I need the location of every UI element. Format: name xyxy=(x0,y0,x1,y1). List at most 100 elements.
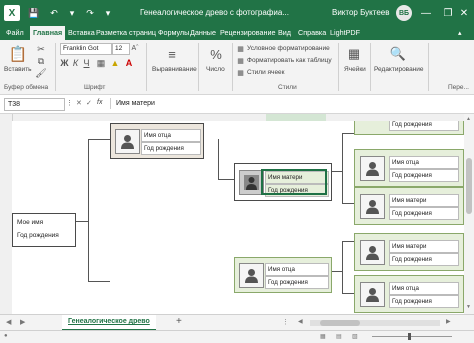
normal-view-icon[interactable]: ▦ xyxy=(320,333,326,340)
font-color-icon[interactable]: A xyxy=(124,58,134,68)
person-card-me[interactable]: Мое имя Год рождения xyxy=(12,213,76,247)
bold-icon[interactable]: Ж xyxy=(60,58,69,68)
card-year: Год рождения xyxy=(389,207,459,220)
card-name: Имя отца xyxy=(389,156,459,169)
italic-icon[interactable]: К xyxy=(71,58,80,68)
number-format-icon[interactable]: % xyxy=(206,44,226,64)
tab-insert[interactable]: Вставка xyxy=(68,26,95,40)
tab-lightpdf[interactable]: LightPDF xyxy=(330,26,360,40)
tab-options-icon[interactable]: ⋮ xyxy=(282,318,289,326)
ribbon-divider xyxy=(55,43,56,91)
page-layout-view-icon[interactable]: ▤ xyxy=(336,333,342,340)
quick-access-more-icon[interactable]: ▾ xyxy=(100,5,116,21)
cells-icon[interactable]: ▦ xyxy=(344,44,364,64)
close-button[interactable]: ✕ xyxy=(454,0,474,26)
person-card-mother[interactable]: Имя матери Год рождения xyxy=(354,187,464,225)
card-year: Год рождения xyxy=(141,142,201,155)
card-year: Год рождения xyxy=(17,232,59,239)
more-icon: ⋮ xyxy=(66,100,73,107)
person-card-father[interactable]: Имя отца Год рождения xyxy=(234,257,332,293)
connector-line xyxy=(342,133,343,203)
person-photo-placeholder xyxy=(360,156,385,181)
redo-icon[interactable]: ↷ xyxy=(82,5,98,21)
tab-home[interactable]: Главная xyxy=(30,26,66,40)
horizontal-scrollbar[interactable] xyxy=(310,320,440,326)
person-card-mother[interactable]: Имя матери Год рождения xyxy=(354,233,464,271)
zoom-slider-handle[interactable] xyxy=(408,333,411,340)
avatar[interactable]: ВБ xyxy=(396,5,412,21)
status-bar: ● ▦ ▤ ▧ xyxy=(0,330,474,343)
card-name: Имя матери xyxy=(389,240,459,253)
tab-review[interactable]: Рецензирование xyxy=(220,26,276,40)
user-name[interactable]: Виктор Буктеев xyxy=(332,0,389,26)
cancel-icon[interactable]: ✕ xyxy=(76,99,82,107)
vertical-scrollbar[interactable]: ▲ ▼ xyxy=(464,114,474,314)
tab-help[interactable]: Справка xyxy=(298,26,326,40)
person-icon xyxy=(366,162,379,176)
formula-input[interactable]: Имя матери xyxy=(110,98,466,109)
tab-view[interactable]: Вид xyxy=(278,26,291,40)
scrollbar-thumb[interactable] xyxy=(466,158,472,214)
tab-file[interactable]: Файл xyxy=(6,26,24,40)
connector-line xyxy=(88,281,110,282)
person-card-mother-selected[interactable]: Имя матери Год рождения xyxy=(234,163,332,201)
paste-icon[interactable]: 📋 xyxy=(8,44,28,64)
font-name-select[interactable]: Franklin Got xyxy=(60,43,112,55)
person-card-father[interactable]: Имя отца Год рождения xyxy=(354,275,464,313)
person-card-partial[interactable]: Год рождения xyxy=(354,121,464,135)
copy-icon[interactable]: ⧉ xyxy=(36,56,46,66)
increase-font-icon[interactable]: Aˆ xyxy=(130,43,140,53)
person-photo-placeholder xyxy=(239,263,264,288)
save-icon[interactable]: 💾 xyxy=(26,5,42,21)
ribbon-collapse-icon[interactable]: ▴ xyxy=(458,26,462,40)
cell-styles-button[interactable]: Стили ячеек xyxy=(247,69,285,76)
editing-label[interactable]: Редактирование xyxy=(374,66,424,73)
sheet-tab-active[interactable]: Генеалогическое древо xyxy=(62,315,156,331)
zoom-slider[interactable] xyxy=(372,333,452,340)
underline-icon[interactable]: Ч xyxy=(82,58,91,68)
paste-label[interactable]: Вставить xyxy=(4,66,32,73)
cells-label[interactable]: Ячейки xyxy=(344,66,366,73)
horizontal-scrollbar-thumb[interactable] xyxy=(320,320,360,326)
person-card-father[interactable]: Имя отца Год рождения xyxy=(110,123,204,159)
alignment-label[interactable]: Выравнивание xyxy=(152,66,197,73)
connector-line xyxy=(218,139,219,179)
accessibility-icon[interactable]: ● xyxy=(4,333,8,339)
tab-formulas[interactable]: Формулы xyxy=(158,26,189,40)
cell-styles-icon: ▦ xyxy=(237,69,244,77)
ribbon-divider xyxy=(338,43,339,91)
number-label[interactable]: Число xyxy=(206,66,225,73)
search-icon[interactable]: 🔍 xyxy=(388,44,408,64)
border-icon[interactable]: ▦ xyxy=(96,58,106,68)
scroll-right-icon[interactable]: ▶ xyxy=(446,318,451,325)
undo-icon[interactable]: ↶ xyxy=(46,5,62,21)
prev-sheet-icon[interactable]: ◀ xyxy=(6,318,11,326)
enter-icon[interactable]: ✓ xyxy=(86,99,92,107)
conditional-format-button[interactable]: Условное форматирование xyxy=(247,45,330,52)
tab-page-layout[interactable]: Разметка страниц xyxy=(96,26,156,40)
dropdown-icon[interactable]: ▾ xyxy=(64,5,80,21)
worksheet-area[interactable]: Мое имя Год рождения Имя отца Год рожден… xyxy=(12,121,464,314)
page-break-view-icon[interactable]: ▧ xyxy=(352,333,358,340)
format-painter-icon[interactable]: 🖌 xyxy=(35,68,46,78)
scroll-down-icon[interactable]: ▼ xyxy=(466,304,471,310)
tab-data[interactable]: Данные xyxy=(190,26,216,40)
format-as-table-button[interactable]: Форматировать как таблицу xyxy=(247,57,332,64)
next-sheet-icon[interactable]: ▶ xyxy=(20,318,25,326)
fill-color-icon[interactable]: ▲ xyxy=(110,58,120,68)
card-name: Имя отца xyxy=(389,282,459,295)
add-sheet-button[interactable]: + xyxy=(176,316,182,327)
cut-icon[interactable]: ✂ xyxy=(36,44,46,54)
scroll-left-icon[interactable]: ◀ xyxy=(298,318,303,325)
person-card-father[interactable]: Имя отца Год рождения xyxy=(354,149,464,187)
styles-group-label: Стили xyxy=(278,84,297,91)
font-size-select[interactable]: 12 xyxy=(112,43,130,55)
name-box[interactable]: T38 xyxy=(4,98,65,111)
insert-function-button[interactable]: fx xyxy=(97,99,102,106)
ribbon-divider xyxy=(146,43,147,91)
scroll-up-icon[interactable]: ▲ xyxy=(466,116,471,122)
person-photo-placeholder xyxy=(360,194,385,219)
excel-logo-icon: X xyxy=(4,5,20,21)
minimize-button[interactable]: — xyxy=(414,0,438,26)
alignment-icon[interactable]: ≡ xyxy=(162,44,182,64)
